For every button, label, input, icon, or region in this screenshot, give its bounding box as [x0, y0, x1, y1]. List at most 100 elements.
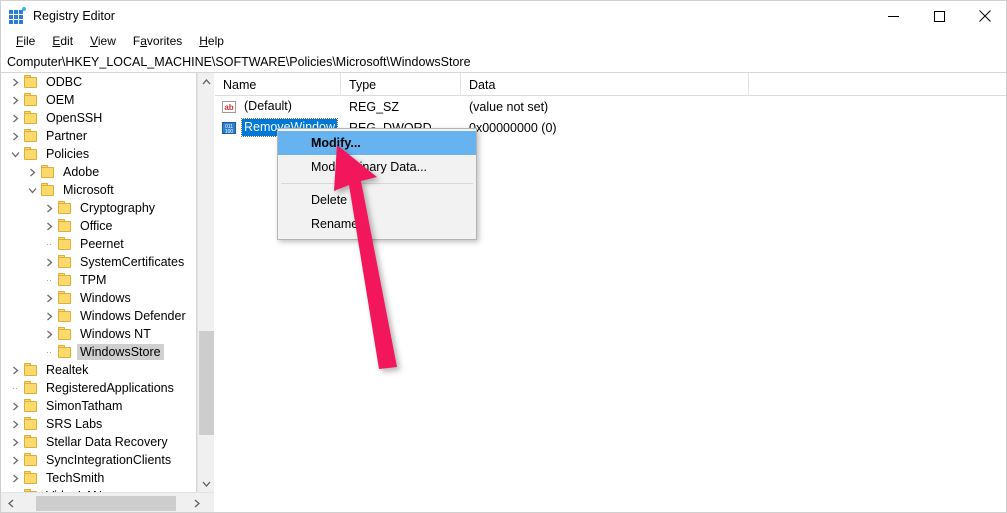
tree-node-simontatham[interactable]: SimonTatham — [1, 397, 196, 415]
tree-node-label: SyncIntegrationClients — [46, 453, 172, 467]
value-name-cell[interactable]: ab (Default) — [215, 98, 341, 115]
tree-node-srs-labs[interactable]: SRS Labs — [1, 415, 196, 433]
menu-help[interactable]: Help — [191, 32, 233, 51]
chevron-right-icon[interactable] — [7, 433, 23, 451]
tree-node-openssh[interactable]: OpenSSH — [1, 109, 196, 127]
tree-node-label: Policies — [46, 147, 90, 161]
tree-node-label: OEM — [46, 93, 75, 107]
tree-node-microsoft[interactable]: Microsoft — [1, 181, 196, 199]
tree-node-label: TechSmith — [46, 471, 105, 485]
menu-edit[interactable]: Edit — [44, 32, 82, 51]
context-menu-item-modify-binary-data[interactable]: Modify Binary Data... — [278, 155, 476, 179]
folder-icon — [40, 183, 56, 197]
value-type: REG_SZ — [349, 99, 400, 114]
context-menu-item-modify[interactable]: Modify... — [278, 131, 476, 155]
menu-bar: File Edit View Favorites Help — [1, 31, 1006, 52]
folder-icon — [40, 165, 56, 179]
chevron-right-icon[interactable] — [7, 415, 23, 433]
tree-node-cryptography[interactable]: Cryptography — [1, 199, 196, 217]
tree-node-label: Microsoft — [63, 183, 114, 197]
tree-node-registeredapplications[interactable]: ·· RegisteredApplications — [1, 379, 196, 397]
tree-node-label: Partner — [46, 129, 87, 143]
registry-key-tree[interactable]: ODBC OEM OpenSSH Partner Policies Adobe Micros… — [1, 73, 197, 492]
column-header-type[interactable]: Type — [341, 73, 461, 96]
tree-node-tpm[interactable]: ·· TPM — [1, 271, 196, 289]
tree-node-adobe[interactable]: Adobe — [1, 163, 196, 181]
tree-node-odbc[interactable]: ODBC — [1, 73, 196, 91]
tree-node-windowsstore[interactable]: ·· WindowsStore — [1, 343, 196, 361]
tree-scroll-thumb[interactable] — [199, 331, 214, 435]
tree-node-windows[interactable]: Windows — [1, 289, 196, 307]
menu-favorites[interactable]: Favorites — [125, 32, 191, 51]
chevron-right-icon[interactable] — [41, 199, 57, 217]
tree-node-realtek[interactable]: Realtek — [1, 361, 196, 379]
column-header-label: Type — [349, 77, 377, 92]
chevron-right-icon[interactable] — [41, 325, 57, 343]
folder-icon — [57, 309, 73, 323]
chevron-right-icon[interactable] — [7, 127, 23, 145]
chevron-right-icon[interactable] — [7, 469, 23, 487]
tree-node-windows-nt[interactable]: Windows NT — [1, 325, 196, 343]
tree-node-syncintegrationclients[interactable]: SyncIntegrationClients — [1, 451, 196, 469]
tree-hscroll-thumb[interactable] — [36, 496, 176, 511]
tree-horizontal-scrollbar[interactable] — [1, 492, 214, 512]
tree-node-stellar-data-recovery[interactable]: Stellar Data Recovery — [1, 433, 196, 451]
context-menu-item-delete[interactable]: Delete — [278, 188, 476, 212]
scroll-left-icon[interactable] — [1, 493, 21, 512]
chevron-right-icon[interactable] — [7, 397, 23, 415]
chevron-down-icon[interactable] — [24, 181, 40, 199]
tree-node-partner[interactable]: Partner — [1, 127, 196, 145]
tree-node-techsmith[interactable]: TechSmith — [1, 469, 196, 487]
tree-node-office[interactable]: Office — [1, 217, 196, 235]
close-button[interactable] — [962, 1, 1006, 31]
tree-node-oem[interactable]: OEM — [1, 91, 196, 109]
tree-node-label: SRS Labs — [46, 417, 103, 431]
tree-vertical-scrollbar[interactable] — [197, 73, 214, 492]
value-row[interactable]: ab (Default) REG_SZ (value not set) — [215, 96, 1006, 117]
chevron-right-icon[interactable] — [7, 73, 23, 91]
chevron-right-icon[interactable] — [41, 217, 57, 235]
value-data: (value not set) — [469, 99, 549, 114]
tree-node-systemcertificates[interactable]: SystemCertificates — [1, 253, 196, 271]
chevron-right-icon[interactable] — [41, 253, 57, 271]
chevron-right-icon[interactable] — [7, 109, 23, 127]
folder-icon — [23, 399, 39, 413]
tree-connector: ·· — [12, 383, 18, 393]
column-header-data[interactable]: Data — [461, 73, 749, 96]
scroll-down-icon[interactable] — [198, 475, 215, 492]
tree-node-windows-defender[interactable]: Windows Defender — [1, 307, 196, 325]
scroll-up-icon[interactable] — [198, 73, 215, 90]
chevron-right-icon[interactable] — [7, 91, 23, 109]
chevron-right-icon[interactable] — [7, 361, 23, 379]
folder-icon — [57, 201, 73, 215]
tree-node-label: Office — [80, 219, 113, 233]
svg-text:100: 100 — [225, 129, 234, 135]
chevron-right-icon[interactable] — [41, 289, 57, 307]
folder-icon — [57, 219, 73, 233]
tree-node-label: Cryptography — [80, 201, 156, 215]
maximize-button[interactable] — [916, 1, 962, 31]
value-name: (Default) — [244, 99, 292, 113]
tree-nodes: ODBC OEM OpenSSH Partner Policies Adobe Micros… — [1, 73, 196, 492]
column-header-label: Data — [469, 77, 496, 92]
folder-icon — [23, 363, 39, 377]
folder-icon — [23, 471, 39, 485]
value-context-menu[interactable]: Modify... Modify Binary Data... Delete Rena… — [277, 128, 477, 240]
menu-file[interactable]: File — [8, 32, 44, 51]
tree-node-peernet[interactable]: ·· Peernet — [1, 235, 196, 253]
minimize-button[interactable] — [870, 1, 916, 31]
chevron-down-icon[interactable] — [7, 145, 23, 163]
chevron-right-icon[interactable] — [7, 451, 23, 469]
folder-icon — [57, 345, 73, 359]
list-column-headers: Name Type Data — [215, 73, 1006, 96]
folder-icon — [23, 147, 39, 161]
tree-node-policies[interactable]: Policies — [1, 145, 196, 163]
context-menu-item-rename[interactable]: Rename — [278, 212, 476, 236]
chevron-right-icon[interactable] — [41, 307, 57, 325]
menu-view[interactable]: View — [82, 32, 125, 51]
chevron-right-icon[interactable] — [24, 163, 40, 181]
column-header-name[interactable]: Name — [215, 73, 341, 96]
address-bar[interactable]: Computer\HKEY_LOCAL_MACHINE\SOFTWARE\Pol… — [1, 52, 1006, 73]
tree-node-label: OpenSSH — [46, 111, 103, 125]
scroll-right-icon[interactable] — [187, 493, 207, 512]
